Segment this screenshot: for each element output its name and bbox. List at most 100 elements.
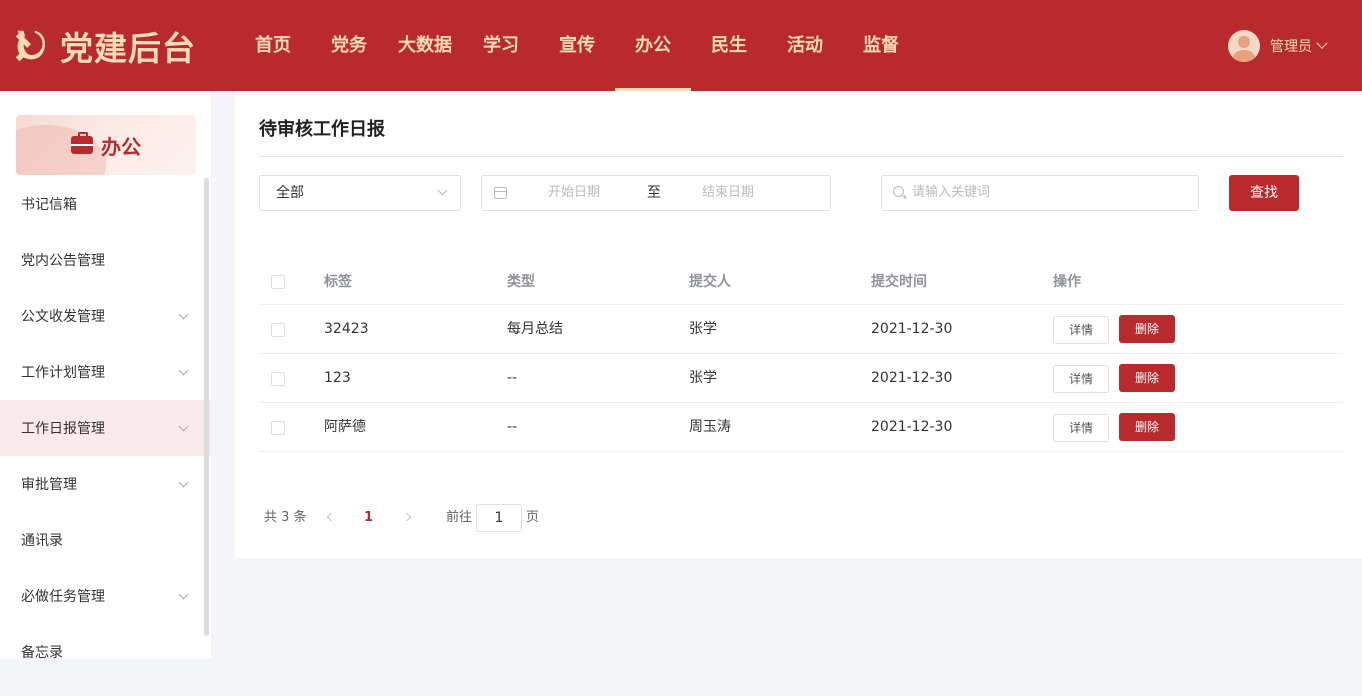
nav-item-home[interactable]: 首页 bbox=[235, 0, 311, 91]
nav-item-publicity[interactable]: 宣传 bbox=[539, 0, 615, 91]
sidebar-item-contacts[interactable]: 通讯录 bbox=[0, 512, 211, 568]
page-title: 待审核工作日报 bbox=[259, 119, 385, 140]
column-header-time: 提交时间 bbox=[871, 274, 927, 290]
column-header-submitter: 提交人 bbox=[689, 274, 731, 290]
type-select-value: 全部 bbox=[276, 185, 304, 201]
table-row: 32423 每月总结 张学 2021-12-30 详情 删除 bbox=[259, 305, 1343, 354]
pagination-total: 共 3 条 bbox=[264, 510, 307, 525]
sidebar-header: 办公 bbox=[16, 115, 196, 175]
sidebar-item-secretary-mailbox[interactable]: 书记信箱 bbox=[0, 176, 211, 232]
chevron-down-icon bbox=[178, 309, 189, 320]
sidebar-item-label: 工作计划管理 bbox=[21, 365, 105, 381]
date-end-input[interactable]: 结束日期 bbox=[702, 176, 754, 210]
select-all-checkbox[interactable] bbox=[271, 275, 285, 289]
row-checkbox[interactable] bbox=[271, 421, 285, 435]
sidebar-item-label: 审批管理 bbox=[21, 477, 77, 493]
user-name: 管理员 bbox=[1270, 39, 1312, 55]
sidebar-item-daily-reports[interactable]: 工作日报管理 bbox=[0, 400, 211, 456]
cell-time: 2021-12-30 bbox=[871, 321, 953, 337]
delete-button[interactable]: 删除 bbox=[1119, 413, 1175, 441]
cell-submitter: 张学 bbox=[689, 370, 717, 386]
detail-button[interactable]: 详情 bbox=[1053, 316, 1109, 344]
main-nav: 首页 党务 大数据 学习 宣传 办公 民生 活动 监督 bbox=[235, 0, 919, 91]
cell-type: 每月总结 bbox=[507, 321, 563, 337]
search-icon bbox=[893, 186, 904, 197]
chevron-down-icon bbox=[437, 185, 448, 196]
nav-item-study[interactable]: 学习 bbox=[463, 0, 539, 91]
cell-tag: 123 bbox=[324, 370, 351, 386]
search-input[interactable]: 请输入关键词 bbox=[881, 175, 1199, 211]
app-title: 党建后台 bbox=[60, 29, 196, 68]
date-separator: 至 bbox=[647, 185, 661, 201]
user-menu[interactable]: 管理员 bbox=[1228, 28, 1328, 64]
sidebar: 办公 书记信箱 党内公告管理 公文收发管理 工作计划管理 工作日报管理 审批管理… bbox=[0, 91, 211, 658]
sidebar-item-label: 必做任务管理 bbox=[21, 589, 105, 605]
sidebar-item-label: 公文收发管理 bbox=[21, 309, 105, 325]
search-placeholder: 请输入关键词 bbox=[912, 185, 991, 200]
sidebar-item-announcements[interactable]: 党内公告管理 bbox=[0, 232, 211, 288]
sidebar-item-label: 备忘录 bbox=[21, 645, 63, 658]
table-row: 123 -- 张学 2021-12-30 详情 删除 bbox=[259, 354, 1343, 403]
nav-item-office[interactable]: 办公 bbox=[615, 0, 691, 91]
search-button[interactable]: 查找 bbox=[1229, 175, 1299, 211]
delete-button[interactable]: 删除 bbox=[1119, 364, 1175, 392]
sidebar-item-work-plans[interactable]: 工作计划管理 bbox=[0, 344, 211, 400]
column-header-actions: 操作 bbox=[1053, 274, 1081, 290]
reports-table: 标签 类型 提交人 提交时间 操作 32423 每月总结 张学 2021-12-… bbox=[259, 259, 1343, 452]
sidebar-scrollbar[interactable] bbox=[204, 178, 209, 636]
sidebar-item-mandatory-tasks[interactable]: 必做任务管理 bbox=[0, 568, 211, 624]
cell-type: -- bbox=[507, 370, 518, 386]
pagination-unit-label: 页 bbox=[526, 510, 540, 525]
pagination-goto-label: 前往 bbox=[446, 510, 473, 525]
avatar bbox=[1228, 30, 1260, 62]
chevron-down-icon bbox=[178, 421, 189, 432]
table-row: 阿萨德 -- 周玉涛 2021-12-30 详情 删除 bbox=[259, 403, 1343, 452]
nav-item-big-data[interactable]: 大数据 bbox=[387, 0, 463, 91]
cell-type: -- bbox=[507, 419, 518, 435]
top-header: 党建后台 首页 党务 大数据 学习 宣传 办公 民生 活动 监督 管理员 bbox=[0, 0, 1362, 91]
briefcase-icon bbox=[71, 132, 93, 154]
calendar-icon bbox=[494, 187, 507, 199]
nav-item-livelihood[interactable]: 民生 bbox=[691, 0, 767, 91]
delete-button[interactable]: 删除 bbox=[1119, 315, 1175, 343]
cell-time: 2021-12-30 bbox=[871, 370, 953, 386]
table-header: 标签 类型 提交人 提交时间 操作 bbox=[259, 259, 1343, 305]
nav-item-party-affairs[interactable]: 党务 bbox=[311, 0, 387, 91]
chevron-down-icon bbox=[178, 589, 189, 600]
detail-button[interactable]: 详情 bbox=[1053, 365, 1109, 393]
sidebar-menu: 书记信箱 党内公告管理 公文收发管理 工作计划管理 工作日报管理 审批管理 通讯… bbox=[0, 176, 211, 658]
chevron-down-icon bbox=[178, 365, 189, 376]
pagination-page-current[interactable]: 1 bbox=[364, 504, 373, 532]
cell-submitter: 周玉涛 bbox=[689, 419, 731, 435]
sidebar-header-label: 办公 bbox=[101, 134, 141, 159]
chevron-down-icon bbox=[1316, 37, 1328, 49]
row-checkbox[interactable] bbox=[271, 323, 285, 337]
logo[interactable]: 党建后台 bbox=[12, 24, 196, 68]
nav-item-supervision[interactable]: 监督 bbox=[843, 0, 919, 91]
cell-tag: 阿萨德 bbox=[324, 419, 366, 435]
date-range-picker[interactable]: 开始日期 至 结束日期 bbox=[481, 175, 831, 211]
sidebar-item-label: 党内公告管理 bbox=[21, 253, 105, 269]
chevron-right-icon[interactable] bbox=[402, 512, 412, 522]
nav-item-activities[interactable]: 活动 bbox=[767, 0, 843, 91]
divider bbox=[259, 156, 1343, 157]
date-start-input[interactable]: 开始日期 bbox=[548, 176, 600, 210]
chevron-down-icon bbox=[178, 477, 189, 488]
cell-submitter: 张学 bbox=[689, 321, 717, 337]
sidebar-item-documents[interactable]: 公文收发管理 bbox=[0, 288, 211, 344]
column-header-type: 类型 bbox=[507, 274, 535, 290]
cell-tag: 32423 bbox=[324, 321, 369, 337]
type-select[interactable]: 全部 bbox=[259, 175, 461, 211]
pagination-goto-input[interactable]: 1 bbox=[476, 504, 522, 532]
sidebar-item-label: 通讯录 bbox=[21, 533, 63, 549]
sidebar-item-approvals[interactable]: 审批管理 bbox=[0, 456, 211, 512]
column-header-tag: 标签 bbox=[324, 274, 352, 290]
hammer-sickle-icon bbox=[15, 30, 46, 62]
main-panel: 待审核工作日报 全部 开始日期 至 结束日期 请输入关键词 查找 标签 类型 提… bbox=[235, 91, 1362, 558]
sidebar-item-memo[interactable]: 备忘录 bbox=[0, 624, 211, 658]
cell-time: 2021-12-30 bbox=[871, 419, 953, 435]
chevron-left-icon[interactable] bbox=[326, 512, 336, 522]
row-checkbox[interactable] bbox=[271, 372, 285, 386]
sidebar-item-label: 工作日报管理 bbox=[21, 421, 105, 437]
detail-button[interactable]: 详情 bbox=[1053, 414, 1109, 442]
